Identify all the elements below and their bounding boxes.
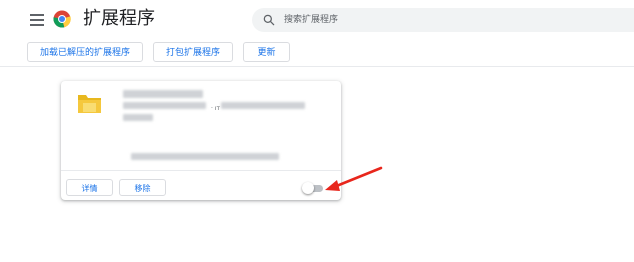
hamburger-menu-icon[interactable] <box>30 14 44 26</box>
load-unpacked-button[interactable]: 加载已解压的扩展程序 <box>27 42 143 62</box>
search-icon <box>263 14 275 26</box>
card-divider <box>61 170 341 171</box>
extension-id-redacted <box>221 102 305 109</box>
folder-icon <box>78 95 101 113</box>
details-button[interactable]: 详情 <box>66 179 113 196</box>
pack-extension-button[interactable]: 打包扩展程序 <box>153 42 233 62</box>
remove-button[interactable]: 移除 <box>119 179 166 196</box>
extension-name-redacted <box>123 90 203 98</box>
toggle-knob <box>302 182 314 194</box>
search-box[interactable] <box>252 8 634 32</box>
red-arrow-annotation <box>325 166 383 191</box>
search-input[interactable] <box>284 10 614 30</box>
extension-version-redacted <box>123 102 206 109</box>
extension-description-redacted <box>123 114 153 121</box>
extension-id-fragment: · ıт <box>211 105 220 112</box>
page-title: 扩展程序 <box>83 8 155 29</box>
update-button[interactable]: 更新 <box>243 42 290 62</box>
page-header: 扩展程序 加载已解压的扩展程序 打包扩展程序 更新 <box>0 0 634 67</box>
extension-card: · ıт 详情 移除 <box>61 81 341 200</box>
extension-path-redacted <box>131 153 279 160</box>
chrome-logo-icon <box>53 10 71 28</box>
